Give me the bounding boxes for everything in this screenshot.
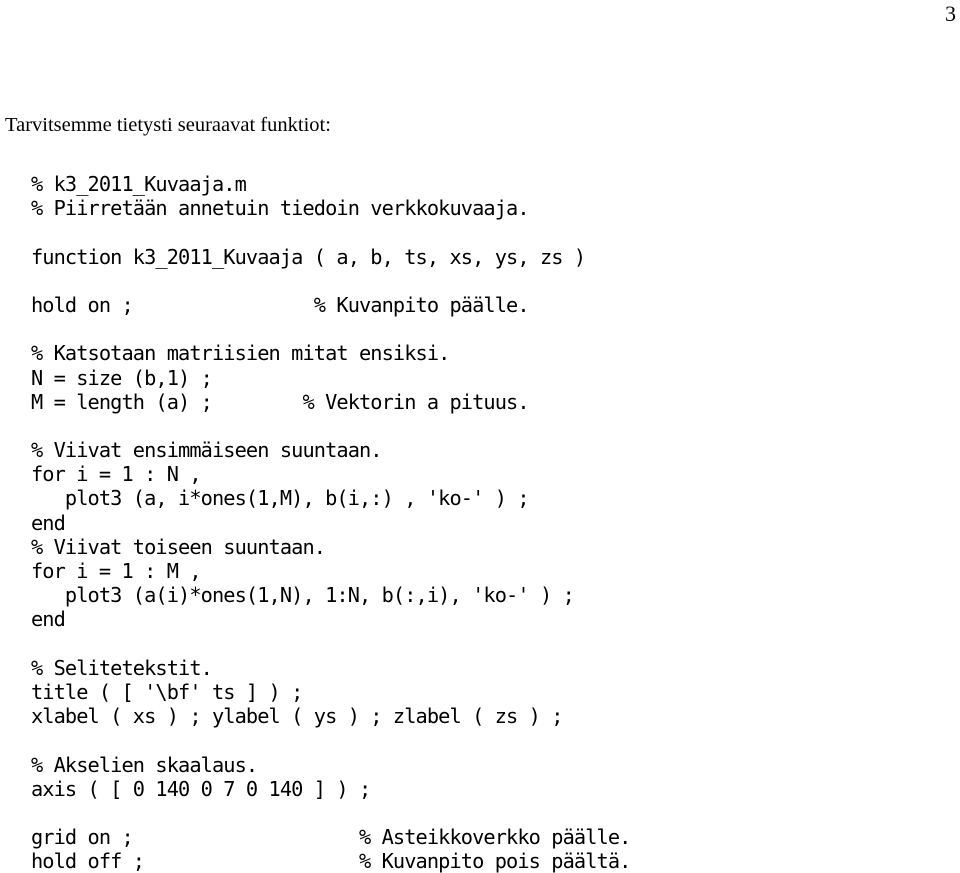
code-line-length-m: M = length (a) ; % Vektorin a pituus. bbox=[31, 389, 530, 414]
code-line-for-n: for i = 1 : N , bbox=[31, 462, 202, 487]
code-line-end: end bbox=[31, 510, 66, 535]
code-line-axis: axis ( [ 0 140 0 7 0 140 ] ) ; bbox=[31, 776, 371, 801]
code-line-hold-on: hold on ; % Kuvanpito päälle. bbox=[31, 292, 530, 317]
code-line-comment-filename: % k3_2011_Kuvaaja.m bbox=[31, 172, 247, 196]
code-line-comment-second-direction: % Viivat toiseen suuntaan. bbox=[31, 534, 326, 559]
code-line-plot3-columns: plot3 (a(i)*ones(1,N), 1:N, b(:,i), 'ko-… bbox=[31, 583, 575, 608]
intro-paragraph: Tarvitsemme tietysti seuraavat funktiot: bbox=[5, 114, 331, 136]
code-line-comment-labels: % Selitetekstit. bbox=[31, 655, 213, 680]
code-line-plot3-rows: plot3 (a, i*ones(1,M), b(i,:) , 'ko-' ) … bbox=[31, 486, 530, 511]
code-line-comment-dimensions: % Katsotaan matriisien mitat ensiksi. bbox=[31, 341, 450, 366]
code-line-for-m: for i = 1 : M , bbox=[31, 559, 202, 583]
code-line-hold-off: hold off ; % Kuvanpito pois päältä. bbox=[31, 849, 631, 873]
code-line-size-n: N = size (b,1) ; bbox=[31, 365, 213, 390]
code-line-comment-description: % Piirretään annetuin tiedoin verkkokuva… bbox=[31, 196, 530, 221]
page-number: 3 bbox=[945, 1, 956, 26]
code-line-function-signature: function k3_2011_Kuvaaja ( a, b, ts, xs,… bbox=[31, 244, 586, 269]
code-line-comment-first-direction: % Viivat ensimmäiseen suuntaan. bbox=[31, 438, 383, 463]
code-line-end: end bbox=[31, 607, 66, 632]
code-line-axis-labels: xlabel ( xs ) ; ylabel ( ys ) ; zlabel (… bbox=[31, 704, 563, 729]
code-line-title: title ( [ '\bf' ts ] ) ; bbox=[31, 679, 303, 704]
code-line-grid-on: grid on ; % Asteikkoverkko päälle. bbox=[31, 825, 631, 850]
code-line-comment-axis-scaling: % Akselien skaalaus. bbox=[31, 752, 258, 777]
code-listing: % k3_2011_Kuvaaja.m% Piirretään annetuin… bbox=[31, 172, 631, 873]
